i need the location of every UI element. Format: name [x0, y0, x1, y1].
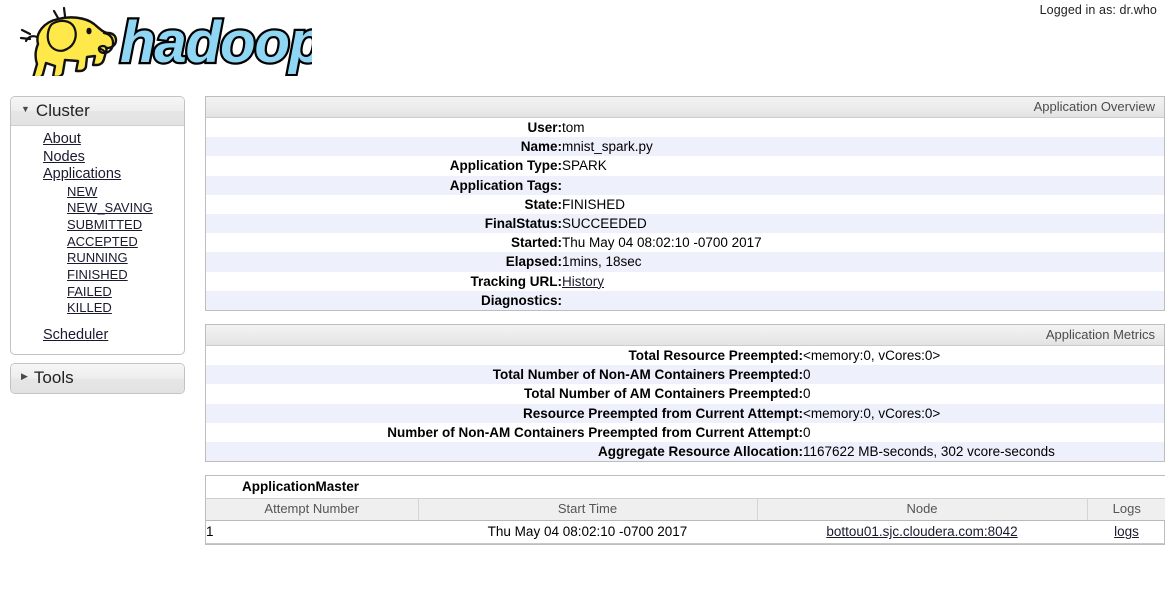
overview-value-application-tags — [562, 176, 1164, 195]
overview-value-elapsed: 1mins, 18sec — [562, 254, 642, 270]
table-row: Elapsed: 1mins, 18sec — [206, 252, 1164, 272]
column-header-logs[interactable]: Logs — [1087, 498, 1165, 522]
cell-attempt-number: 1 — [206, 520, 418, 545]
sidebar: ▼ Cluster About Nodes Applications NEW N… — [10, 96, 185, 402]
main-content: Application Overview User: tom Name: mni… — [205, 96, 1165, 546]
metrics-value-total-non-am-containers-preempted: 0 — [803, 367, 811, 383]
cell-node: bottou01.sjc.cloudera.com:8042 — [757, 520, 1087, 545]
sidebar-item-running[interactable]: RUNNING — [67, 250, 128, 267]
application-overview-table: User: tom Name: mnist_spark.py Applicati… — [206, 118, 1164, 311]
overview-label-final-status: FinalStatus: — [484, 216, 562, 232]
application-master-section: ApplicationMaster Attempt Number Start T… — [205, 475, 1165, 546]
metrics-label-aggregate-resource-allocation: Aggregate Resource Allocation: — [597, 444, 803, 460]
overview-value-diagnostics — [562, 291, 1164, 310]
sidebar-item-new-saving[interactable]: NEW_SAVING — [67, 200, 153, 217]
logs-link[interactable]: logs — [1114, 524, 1139, 539]
overview-label-elapsed: Elapsed: — [505, 254, 562, 270]
overview-label-tracking-url: Tracking URL: — [470, 273, 562, 289]
table-row: 1 Thu May 04 08:02:10 -0700 2017 bottou0… — [206, 520, 1165, 545]
sidebar-item-submitted[interactable]: SUBMITTED — [67, 217, 142, 234]
table-row: Total Resource Preempted: <memory:0, vCo… — [206, 346, 1164, 366]
sidebar-item-accepted[interactable]: ACCEPTED — [67, 234, 138, 251]
sidebar-item-about[interactable]: About — [43, 131, 81, 149]
caret-right-icon: ▶ — [21, 371, 28, 382]
table-row: Total Number of Non-AM Containers Preemp… — [206, 365, 1164, 385]
cluster-panel: ▼ Cluster About Nodes Applications NEW N… — [10, 96, 185, 356]
application-master-table: ApplicationMaster Attempt Number Start T… — [206, 476, 1165, 545]
tools-panel: ▶ Tools — [10, 363, 185, 394]
sidebar-item-finished[interactable]: FINISHED — [67, 267, 128, 284]
table-row: User: tom — [206, 118, 1164, 138]
metrics-label-total-resource-preempted: Total Resource Preempted: — [628, 348, 803, 364]
tools-panel-header[interactable]: ▶ Tools — [11, 364, 184, 393]
metrics-label-total-am-containers-preempted: Total Number of AM Containers Preempted: — [523, 386, 803, 402]
overview-value-started: Thu May 04 08:02:10 -0700 2017 — [562, 235, 762, 251]
application-master-caption: ApplicationMaster — [206, 476, 1165, 499]
metrics-value-total-am-containers-preempted: 0 — [803, 386, 811, 402]
metrics-value-non-am-containers-preempted-current: 0 — [803, 424, 811, 440]
table-row: Started: Thu May 04 08:02:10 -0700 2017 — [206, 233, 1164, 253]
overview-label-state: State: — [524, 196, 562, 212]
table-row: Application Tags: — [206, 175, 1164, 195]
column-header-attempt-number[interactable]: Attempt Number — [206, 498, 419, 522]
overview-label-application-tags: Application Tags: — [449, 177, 562, 193]
svg-text:hadoop: hadoop — [120, 10, 312, 75]
hadoop-elephant-logo: hadoop — [12, 4, 312, 76]
node-link[interactable]: bottou01.sjc.cloudera.com:8042 — [826, 524, 1017, 539]
sidebar-item-new[interactable]: NEW — [67, 184, 97, 201]
logged-in-status: Logged in as: dr.who — [1039, 3, 1157, 17]
overview-label-diagnostics: Diagnostics: — [480, 292, 562, 308]
caret-down-icon: ▼ — [21, 104, 30, 114]
overview-label-name: Name: — [520, 139, 562, 155]
tracking-url-history-link[interactable]: History — [562, 274, 604, 289]
table-row: State: FINISHED — [206, 194, 1164, 215]
table-row: FinalStatus: SUCCEEDED — [206, 214, 1164, 234]
table-row: Number of Non-AM Containers Preempted fr… — [206, 422, 1164, 443]
table-row: Tracking URL: History — [206, 271, 1164, 291]
application-metrics-title: Application Metrics — [206, 325, 1164, 347]
column-header-node[interactable]: Node — [757, 498, 1088, 522]
application-metrics-table: Total Resource Preempted: <memory:0, vCo… — [206, 346, 1164, 462]
overview-value-tracking-url: History — [562, 272, 1164, 291]
metrics-label-resource-preempted-current-attempt: Resource Preempted from Current Attempt: — [522, 405, 803, 421]
table-row: Diagnostics: — [206, 290, 1164, 311]
metrics-value-aggregate-resource-allocation: 1167622 MB-seconds, 302 vcore-seconds — [803, 444, 1055, 460]
overview-value-state: FINISHED — [562, 196, 626, 212]
page-root: hadoop Logged in as: dr.who ▼ Cluster Ab… — [0, 0, 1165, 604]
sidebar-item-scheduler[interactable]: Scheduler — [43, 327, 108, 345]
metrics-value-total-resource-preempted: <memory:0, vCores:0> — [803, 348, 941, 364]
overview-value-name: mnist_spark.py — [562, 139, 653, 155]
table-row: Total Number of AM Containers Preempted:… — [206, 384, 1164, 404]
overview-value-application-type: SPARK — [562, 158, 607, 174]
overview-label-user: User: — [527, 120, 562, 135]
metrics-value-resource-preempted-current-attempt: <memory:0, vCores:0> — [803, 405, 941, 421]
cluster-panel-body: About Nodes Applications NEW NEW_SAVING … — [11, 126, 184, 354]
table-row: Application Type: SPARK — [206, 156, 1164, 176]
table-row: Resource Preempted from Current Attempt:… — [206, 403, 1164, 423]
overview-value-final-status: SUCCEEDED — [562, 216, 647, 232]
cluster-panel-header[interactable]: ▼ Cluster — [11, 97, 184, 127]
metrics-label-total-non-am-containers-preempted: Total Number of Non-AM Containers Preemp… — [492, 367, 803, 383]
metrics-label-non-am-containers-preempted-current: Number of Non-AM Containers Preempted fr… — [387, 424, 803, 440]
tools-panel-title: Tools — [33, 368, 74, 388]
sidebar-item-killed[interactable]: KILLED — [67, 300, 112, 317]
application-overview-title: Application Overview — [206, 97, 1164, 118]
column-header-start-time[interactable]: Start Time — [418, 498, 758, 522]
sidebar-item-nodes[interactable]: Nodes — [43, 149, 85, 167]
application-overview-section: Application Overview User: tom Name: mni… — [205, 96, 1165, 312]
table-row: Aggregate Resource Allocation: 1167622 M… — [206, 442, 1164, 462]
sidebar-item-failed[interactable]: FAILED — [67, 284, 112, 301]
table-header-row: Attempt Number Start Time Node Logs — [206, 498, 1165, 522]
overview-label-application-type: Application Type: — [449, 158, 562, 174]
overview-value-user: tom — [562, 120, 585, 135]
cell-start-time: Thu May 04 08:02:10 -0700 2017 — [418, 520, 757, 545]
cell-logs: logs — [1087, 520, 1165, 545]
table-row: Name: mnist_spark.py — [206, 137, 1164, 157]
overview-label-started: Started: — [510, 235, 562, 251]
cluster-panel-title: Cluster — [35, 101, 90, 120]
application-metrics-section: Application Metrics Total Resource Preem… — [205, 324, 1165, 463]
sidebar-item-applications[interactable]: Applications — [43, 166, 121, 184]
